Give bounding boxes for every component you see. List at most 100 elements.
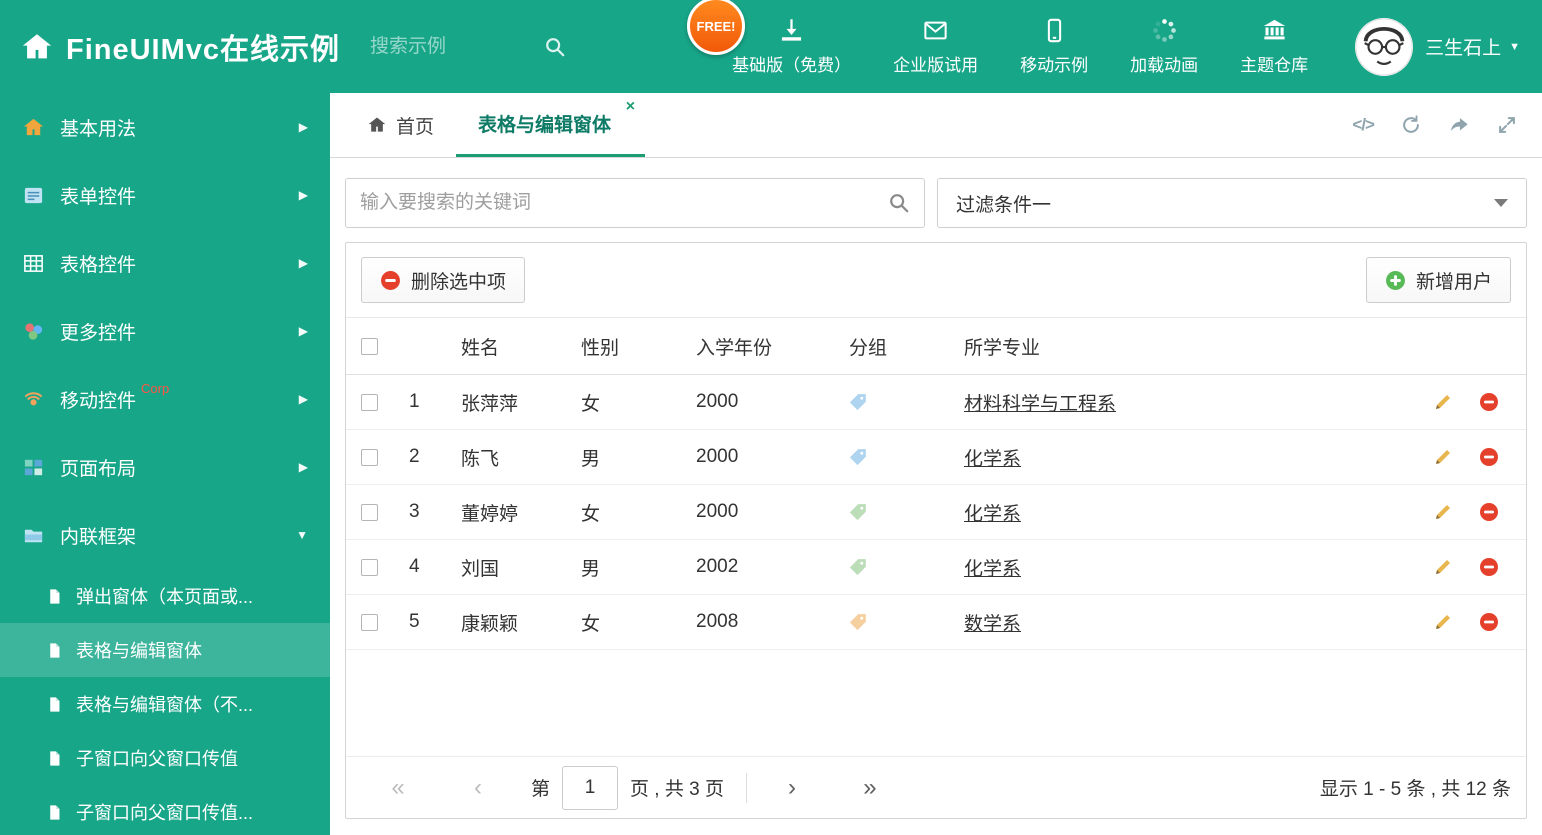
major-link[interactable]: 化学系 — [964, 499, 1406, 526]
major-link[interactable]: 化学系 — [964, 554, 1406, 581]
major-link[interactable]: 数学系 — [964, 609, 1406, 636]
major-link[interactable]: 材料科学与工程系 — [964, 389, 1406, 416]
sidebar-item-label: 表格控件 — [60, 254, 137, 276]
table-row: 5 康颖颖 女 2008 数学系 — [346, 595, 1526, 650]
select-all-checkbox[interactable] — [361, 337, 378, 355]
delete-icon[interactable] — [1479, 392, 1499, 412]
nav-item-theme-store[interactable]: 主题仓库 — [1219, 17, 1329, 76]
app: FineUIMvc在线示例 FREE! 基础版（免费） 企业版试用 移动示例 加… — [0, 0, 1542, 835]
sidebar-subitem-child-to-parent[interactable]: 子窗口向父窗口传值 — [0, 731, 330, 785]
page-number-input[interactable] — [562, 765, 619, 810]
plus-circle-icon — [1386, 270, 1405, 290]
cell-gender: 男 — [581, 448, 601, 470]
next-page-button[interactable]: › — [769, 774, 815, 802]
edit-icon[interactable] — [1433, 557, 1453, 577]
fullscreen-icon[interactable] — [1496, 114, 1518, 136]
sidebar-item-form-controls[interactable]: 表单控件 ▶ — [0, 161, 330, 229]
row-number: 4 — [409, 556, 420, 577]
cell-gender: 男 — [581, 558, 601, 580]
keyword-search-input[interactable] — [360, 192, 888, 214]
edit-icon[interactable] — [1433, 392, 1453, 412]
row-checkbox[interactable] — [361, 503, 378, 521]
major-link[interactable]: 化学系 — [964, 444, 1406, 471]
page-prefix-label: 第 — [531, 779, 551, 800]
prev-page-button[interactable]: ‹ — [455, 774, 501, 802]
cell-year: 2000 — [696, 391, 739, 412]
sidebar-subitem-grid-edit-window-alt[interactable]: 表格与编辑窗体（不... — [0, 677, 330, 731]
first-page-button[interactable]: « — [375, 774, 421, 802]
table-row: 2 陈飞 男 2000 化学系 — [346, 430, 1526, 485]
header-search-input[interactable] — [370, 35, 531, 58]
add-user-button[interactable]: 新增用户 — [1365, 257, 1511, 303]
home-icon — [368, 117, 386, 132]
pagination-bar: « ‹ 第 页 , 共 3 页 › » 显示 1 - 5 条 , 共 12 条 — [346, 756, 1526, 818]
table-row: 1 张萍萍 女 2000 材料科学与工程系 — [346, 375, 1526, 430]
sidebar-subitem-grid-edit-window[interactable]: 表格与编辑窗体 — [0, 623, 330, 677]
tab-label: 表格与编辑窗体 — [478, 115, 612, 136]
sidebar-subitem-popup-window[interactable]: 弹出窗体（本页面或... — [0, 569, 330, 623]
edit-icon[interactable] — [1433, 447, 1453, 467]
last-page-button[interactable]: » — [847, 774, 893, 802]
cell-name: 陈飞 — [461, 448, 500, 470]
refresh-icon[interactable] — [1400, 114, 1422, 136]
pager-divider — [745, 772, 747, 803]
sidebar-item-label: 内联框架 — [60, 526, 137, 548]
envelope-icon — [924, 21, 947, 40]
user-menu[interactable]: 三生石上 ▼ — [1355, 17, 1520, 76]
source-code-icon[interactable]: </> — [1352, 115, 1375, 135]
nav-item-mobile-demo[interactable]: 移动示例 — [999, 17, 1109, 76]
row-checkbox[interactable] — [361, 613, 378, 631]
add-user-label: 新增用户 — [1415, 271, 1492, 293]
keyword-search-box — [345, 178, 925, 228]
delete-selected-button[interactable]: 删除选中项 — [361, 257, 526, 303]
sidebar-item-more-controls[interactable]: 更多控件 ▶ — [0, 297, 330, 365]
sidebar-item-label: 页面布局 — [60, 458, 137, 480]
search-icon[interactable] — [544, 36, 566, 58]
cell-year: 2000 — [696, 446, 739, 467]
sidebar-subitem-label: 子窗口向父窗口传值... — [76, 803, 254, 823]
file-icon — [50, 696, 60, 712]
sidebar-item-page-layout[interactable]: 页面布局 ▶ — [0, 433, 330, 501]
tag-icon — [849, 503, 964, 521]
cell-name: 张萍萍 — [461, 393, 519, 415]
cell-year: 2000 — [696, 501, 739, 522]
delete-icon[interactable] — [1479, 612, 1499, 632]
delete-icon[interactable] — [1479, 502, 1499, 522]
delete-icon[interactable] — [1479, 447, 1499, 467]
nav-item-enterprise-trial[interactable]: 企业版试用 — [872, 17, 999, 76]
sidebar-subitem-child-to-parent-2[interactable]: 子窗口向父窗口传值... — [0, 785, 330, 835]
header-nav: 基础版（免费） 企业版试用 移动示例 加载动画 主题仓库 — [711, 17, 1329, 76]
sidebar-item-grid-controls[interactable]: 表格控件 ▶ — [0, 229, 330, 297]
home-icon — [23, 118, 44, 135]
close-icon[interactable]: × — [626, 98, 635, 116]
chevron-down-icon: ▼ — [1509, 40, 1520, 53]
username: 三生石上 — [1425, 38, 1502, 59]
sidebar-item-mobile-controls[interactable]: 移动控件 Corp ▶ — [0, 365, 330, 433]
file-icon — [50, 750, 60, 766]
sidebar-item-basic-usage[interactable]: 基本用法 ▶ — [0, 93, 330, 161]
edit-icon[interactable] — [1433, 502, 1453, 522]
chevron-right-icon: ▶ — [298, 460, 308, 474]
delete-icon[interactable] — [1479, 557, 1499, 577]
row-checkbox[interactable] — [361, 393, 378, 411]
filter-dropdown[interactable]: 过滤条件一 — [937, 178, 1527, 228]
nav-item-label: 主题仓库 — [1240, 56, 1309, 75]
chevron-right-icon: ▶ — [298, 392, 308, 406]
nav-item-loading-animation[interactable]: 加载动画 — [1109, 17, 1219, 76]
share-icon[interactable] — [1448, 114, 1470, 136]
sidebar-item-inline-frame[interactable]: 内联框架 ▼ — [0, 501, 330, 569]
cell-name: 刘国 — [461, 558, 500, 580]
row-checkbox[interactable] — [361, 448, 378, 466]
edit-icon[interactable] — [1433, 612, 1453, 632]
home-logo-icon[interactable] — [20, 30, 54, 64]
search-icon[interactable] — [888, 192, 910, 214]
main-area: 首页 表格与编辑窗体 × </> 输入要搜索的关键词 过滤条件一 删除选中项 新… — [330, 93, 1542, 835]
tag-icon — [849, 558, 964, 576]
page-suffix-label: 页 , 共 3 页 — [630, 779, 724, 800]
tab-grid-edit-window[interactable]: 表格与编辑窗体 × — [456, 93, 646, 157]
row-checkbox[interactable] — [361, 558, 378, 576]
tag-icon — [849, 613, 964, 631]
tab-tools: </> — [1326, 93, 1542, 157]
row-number: 1 — [409, 391, 420, 412]
tab-home[interactable]: 首页 — [345, 93, 456, 157]
